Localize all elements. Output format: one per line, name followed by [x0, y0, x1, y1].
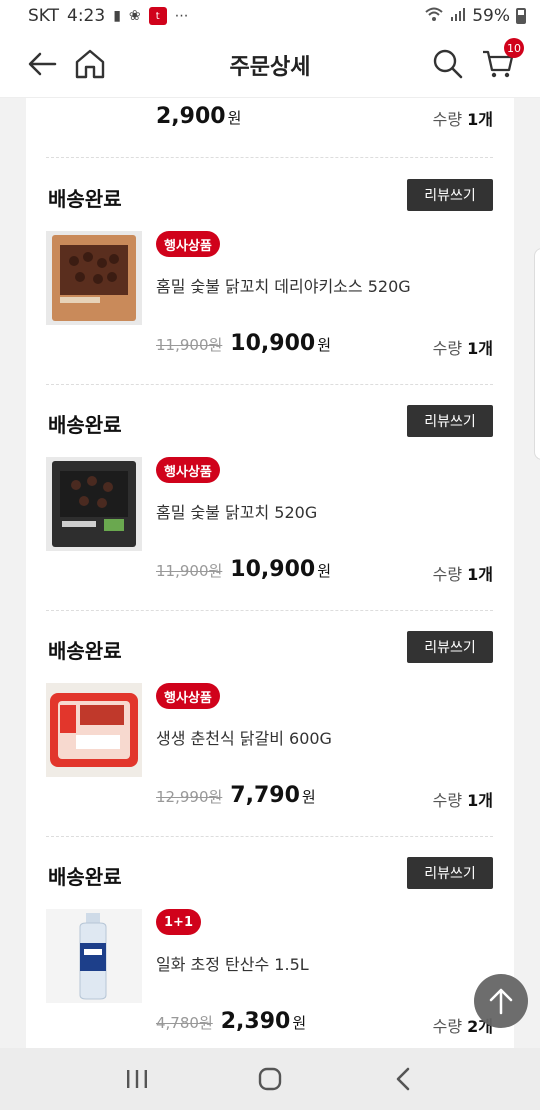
price-area: 2,900 원 [156, 104, 241, 129]
quantity-value: 1개 [467, 339, 493, 358]
message-icon: ▮ [113, 8, 121, 24]
price-area: 11,900원 10,900 원 [156, 557, 331, 582]
order-item: 배송완료 리뷰쓰기 1+1 일화 초정 탄산수 1.5L 4,780원 2,39… [46, 837, 493, 1048]
system-navigation-bar [0, 1048, 540, 1110]
product-name[interactable]: 일화 초정 탄산수 1.5L [156, 951, 309, 975]
wifi-icon [424, 6, 444, 26]
order-item: 배송완료 리뷰쓰기 행사상품 홈밀 숯불 닭꼬치 520G 11,900원 10… [46, 385, 493, 611]
write-review-button[interactable]: 리뷰쓰기 [407, 179, 493, 211]
home-button[interactable] [70, 44, 110, 84]
order-item-partial: 2,900 원 수량 1개 [46, 98, 493, 158]
app-notification-icon: t [148, 7, 167, 25]
price-area: 11,900원 10,900 원 [156, 331, 331, 356]
delivery-status: 배송완료 [48, 639, 122, 663]
carrier-label: SKT [28, 6, 60, 26]
search-icon [433, 49, 463, 79]
write-review-button[interactable]: 리뷰쓰기 [407, 405, 493, 437]
quantity-label: 수량 [432, 1017, 463, 1036]
search-button[interactable] [428, 44, 468, 84]
side-tab[interactable] [534, 248, 540, 460]
currency-unit: 원 [292, 1014, 307, 1032]
sale-price: 2,390 [220, 1009, 291, 1034]
more-icon: ⋯ [174, 8, 189, 24]
delivery-status: 배송완료 [48, 187, 122, 211]
recents-icon [126, 1070, 147, 1088]
product-name[interactable]: 홈밀 숯불 닭꼬치 520G [156, 499, 317, 523]
quantity-label: 수량 [432, 565, 463, 584]
arrow-up-icon [489, 988, 513, 1015]
clock: 4:23 [67, 6, 106, 26]
sale-price: 7,790 [230, 783, 300, 808]
promo-badge: 행사상품 [156, 457, 220, 483]
original-price: 11,900원 [156, 562, 223, 580]
currency-unit: 원 [317, 336, 332, 354]
original-price: 11,900원 [156, 336, 223, 354]
back-arrow-icon [28, 52, 57, 76]
product-name[interactable]: 홈밀 숯불 닭꼬치 데리야키소스 520G [156, 273, 411, 297]
app-header: 주문상세 10 [0, 32, 540, 98]
chevron-left-icon [397, 1067, 410, 1091]
quantity: 수량 1개 [433, 561, 493, 585]
quantity-value: 1개 [467, 110, 493, 129]
delivery-status: 배송완료 [48, 865, 122, 889]
original-price: 12,990원 [156, 788, 223, 806]
battery-percent: 59% [472, 6, 510, 26]
scroll-to-top-button[interactable] [474, 974, 528, 1028]
cart-count-badge: 10 [504, 38, 524, 58]
promo-badge: 행사상품 [156, 683, 220, 709]
product-thumbnail[interactable] [46, 909, 142, 1003]
fan-icon: ❀ [128, 8, 141, 24]
product-name[interactable]: 생생 춘천식 닭갈비 600G [156, 725, 332, 749]
status-bar: SKT 4:23 ▮ ❀ t ⋯ 59% [0, 0, 540, 32]
quantity: 수량 1개 [433, 335, 493, 359]
price-area: 12,990원 7,790 원 [156, 783, 316, 808]
recents-button[interactable] [112, 1059, 162, 1099]
cart-button[interactable]: 10 [478, 38, 524, 84]
sale-price: 10,900 [230, 331, 316, 356]
product-thumbnail[interactable] [46, 231, 142, 325]
currency-unit: 원 [227, 109, 242, 127]
quantity: 수량 1개 [433, 106, 493, 130]
write-review-button[interactable]: 리뷰쓰기 [407, 857, 493, 889]
quantity-value: 1개 [467, 791, 493, 810]
order-detail-list: 2,900 원 수량 1개 배송완료 리뷰쓰기 행사상품 홈밀 숯불 닭꼬치 데… [26, 98, 514, 1048]
system-back-button[interactable] [378, 1059, 428, 1099]
quantity-value: 1개 [467, 565, 493, 584]
quantity-label: 수량 [432, 339, 463, 358]
promo-badge: 행사상품 [156, 231, 220, 257]
quantity-label: 수량 [432, 110, 463, 129]
original-price: 4,780원 [156, 1014, 213, 1032]
back-button[interactable] [22, 44, 62, 84]
product-thumbnail[interactable] [46, 457, 142, 551]
price-area: 4,780원 2,390 원 [156, 1009, 306, 1034]
sale-price: 10,900 [230, 557, 316, 582]
signal-icon [450, 6, 466, 26]
battery-icon [516, 8, 526, 24]
home-circle-icon [258, 1067, 282, 1091]
quantity: 수량 1개 [433, 787, 493, 811]
order-item: 배송완료 리뷰쓰기 행사상품 생생 춘천식 닭갈비 600G 12,990원 7… [46, 611, 493, 837]
sale-price: 2,900 [156, 104, 226, 129]
system-home-button[interactable] [245, 1059, 295, 1099]
delivery-status: 배송완료 [48, 413, 122, 437]
currency-unit: 원 [317, 562, 332, 580]
quantity-label: 수량 [432, 791, 463, 810]
home-icon [75, 49, 105, 79]
promo-badge: 1+1 [156, 909, 201, 935]
write-review-button[interactable]: 리뷰쓰기 [407, 631, 493, 663]
product-thumbnail[interactable] [46, 683, 142, 777]
currency-unit: 원 [301, 788, 316, 806]
order-item: 배송완료 리뷰쓰기 행사상품 홈밀 숯불 닭꼬치 데리야키소스 520G 11,… [46, 159, 493, 385]
